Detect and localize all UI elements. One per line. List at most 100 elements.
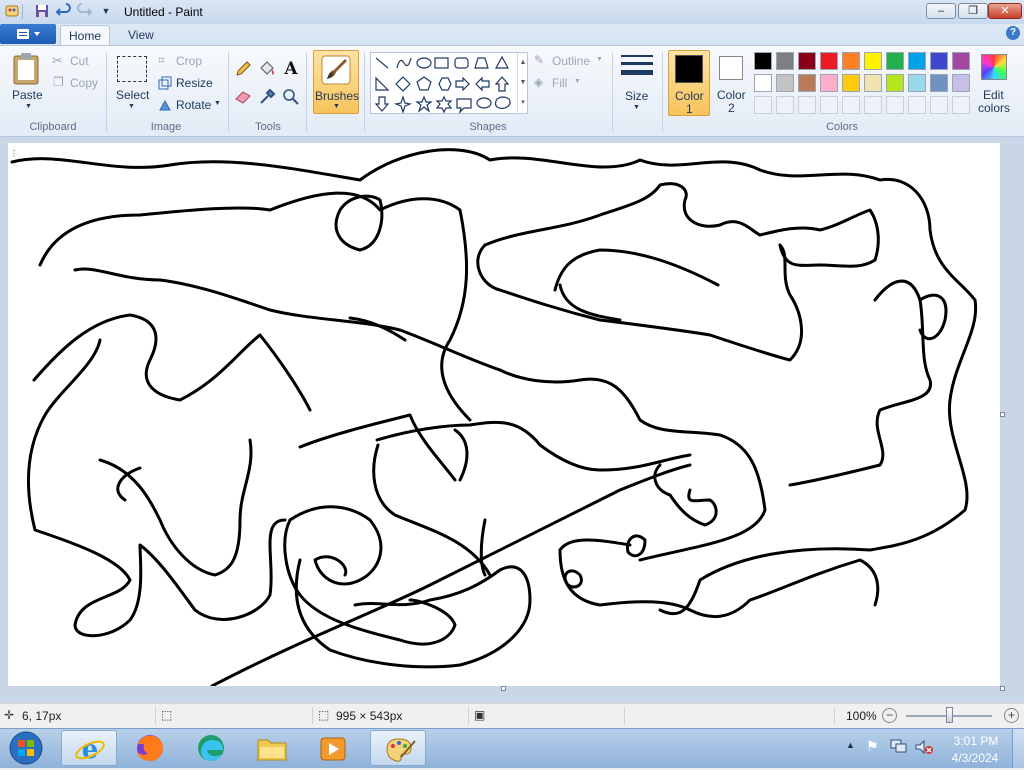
canvas-size: 995 × 543px [336, 709, 403, 723]
minimize-button[interactable]: ‒ [926, 3, 956, 19]
color-picker-tool[interactable] [258, 88, 276, 106]
taskbar-firefox[interactable] [122, 730, 178, 766]
rotate-icon [159, 99, 171, 111]
rotate-button[interactable]: Rotate ▼ [158, 97, 222, 113]
undo-icon[interactable] [55, 3, 72, 19]
palette-custom-slot[interactable] [864, 96, 882, 114]
shapes-gallery[interactable]: ▲ ▼ ▾ [370, 52, 528, 114]
paste-button[interactable]: Paste ▼ [8, 52, 46, 110]
maximize-button[interactable]: ❐ [958, 3, 988, 19]
palette-color-swatch[interactable] [908, 74, 926, 92]
right-arrow-shape-icon [455, 76, 470, 92]
zoom-out-button[interactable]: − [882, 708, 897, 723]
help-icon[interactable]: ? [1006, 26, 1020, 40]
palette-color-swatch[interactable] [776, 74, 794, 92]
palette-custom-slot[interactable] [842, 96, 860, 114]
zoom-in-button[interactable]: + [1004, 708, 1019, 723]
close-button[interactable]: ✕ [988, 3, 1022, 19]
redo-icon[interactable] [76, 3, 93, 19]
palette-color-swatch[interactable] [820, 74, 838, 92]
clock-date[interactable]: 4/3/2024 [948, 751, 1002, 765]
network-icon[interactable] [890, 738, 908, 754]
palette-color-swatch[interactable] [886, 74, 904, 92]
start-button[interactable] [4, 730, 48, 766]
tab-home[interactable]: Home [60, 25, 110, 46]
edit-colors-button[interactable]: Edit colors [976, 52, 1012, 116]
taskbar-media-player[interactable] [305, 730, 361, 766]
oval-callout-icon [476, 97, 492, 109]
brushes-button[interactable]: Brushes ▼ [313, 50, 359, 114]
show-desktop-button[interactable] [1012, 729, 1024, 768]
pencil-tool[interactable] [234, 60, 252, 78]
select-button[interactable]: Select ▼ [112, 52, 152, 112]
magnifier-tool[interactable] [282, 88, 300, 106]
fill-dropdown-icon: ▼ [574, 78, 581, 85]
palette-color-swatch[interactable] [842, 52, 860, 70]
hexagon-shape-icon [438, 77, 452, 91]
resize-button[interactable]: Resize [158, 75, 218, 91]
palette-custom-slot[interactable] [798, 96, 816, 114]
palette-color-swatch[interactable] [864, 74, 882, 92]
volume-muted-icon[interactable] [914, 738, 934, 756]
palette-color-swatch[interactable] [952, 52, 970, 70]
customize-qat-icon[interactable]: ▼ [98, 3, 114, 19]
clock-time[interactable]: 3:01 PM [952, 734, 1000, 748]
resize-icon [158, 76, 172, 90]
left-arrow-shape-icon [475, 76, 490, 92]
palette-color-swatch[interactable] [930, 74, 948, 92]
save-icon[interactable] [34, 3, 50, 19]
canvas-resize-handle-right[interactable] [1000, 412, 1005, 417]
palette-color-swatch[interactable] [842, 74, 860, 92]
taskbar-file-explorer[interactable] [244, 730, 300, 766]
action-center-flag-icon[interactable]: ⚑ [866, 738, 879, 755]
fill-tool[interactable] [258, 60, 276, 78]
color2-button[interactable]: Color 2 [714, 50, 750, 116]
palette-custom-slot[interactable] [820, 96, 838, 114]
paste-dropdown-icon: ▼ [25, 103, 32, 110]
edit-colors-label-2: colors [978, 101, 1011, 115]
palette-color-swatch[interactable] [930, 52, 948, 70]
eraser-tool[interactable] [234, 88, 252, 106]
palette-color-swatch[interactable] [952, 74, 970, 92]
size-button[interactable]: Size ▼ [618, 52, 656, 114]
color1-button[interactable]: Color 1 [668, 50, 710, 116]
cursor-crosshair-marker: ⋮ [10, 149, 18, 158]
paint-menu-button[interactable] [0, 24, 56, 44]
palette-custom-slot[interactable] [908, 96, 926, 114]
palette-color-swatch[interactable] [754, 52, 772, 70]
palette-color-swatch[interactable] [864, 52, 882, 70]
palette-color-swatch[interactable] [820, 52, 838, 70]
palette-custom-slot[interactable] [776, 96, 794, 114]
palette-custom-slot[interactable] [886, 96, 904, 114]
text-tool[interactable]: A [282, 59, 300, 79]
outline-button[interactable]: ✎ Outline ▼ [534, 53, 606, 69]
tray-show-hidden-icon[interactable]: ▲ [846, 740, 855, 750]
palette-color-swatch[interactable] [798, 74, 816, 92]
palette-custom-slot[interactable] [930, 96, 948, 114]
zoom-slider-thumb[interactable] [946, 707, 953, 723]
palette-color-swatch[interactable] [908, 52, 926, 70]
fill-button[interactable]: ◈ Fill ▼ [534, 75, 584, 91]
palette-custom-slot[interactable] [754, 96, 772, 114]
taskbar-paint[interactable] [370, 730, 426, 766]
color1-number: 1 [686, 102, 693, 116]
shapes-scroll[interactable]: ▲ ▼ ▾ [517, 53, 528, 113]
line-shape-icon [375, 57, 389, 69]
palette-color-swatch[interactable] [798, 52, 816, 70]
crop-button[interactable]: ⌗ Crop [158, 53, 218, 69]
palette-color-swatch[interactable] [886, 52, 904, 70]
canvas-resize-handle-bottom[interactable] [501, 686, 506, 691]
eraser-icon [235, 91, 251, 104]
canvas-resize-handle-corner[interactable] [1000, 686, 1005, 691]
palette-color-swatch[interactable] [754, 74, 772, 92]
palette-color-swatch[interactable] [776, 52, 794, 70]
status-separator [624, 707, 625, 724]
paint-app-icon[interactable] [4, 3, 20, 19]
drawing-canvas[interactable]: ⋮ [8, 143, 1000, 686]
taskbar-edge[interactable] [183, 730, 239, 766]
cut-button[interactable]: ✂ Cut [52, 53, 102, 69]
tab-view[interactable]: View [116, 25, 166, 46]
copy-button[interactable]: ❐ Copy [52, 75, 102, 91]
taskbar-internet-explorer[interactable]: e [61, 730, 117, 766]
palette-custom-slot[interactable] [952, 96, 970, 114]
